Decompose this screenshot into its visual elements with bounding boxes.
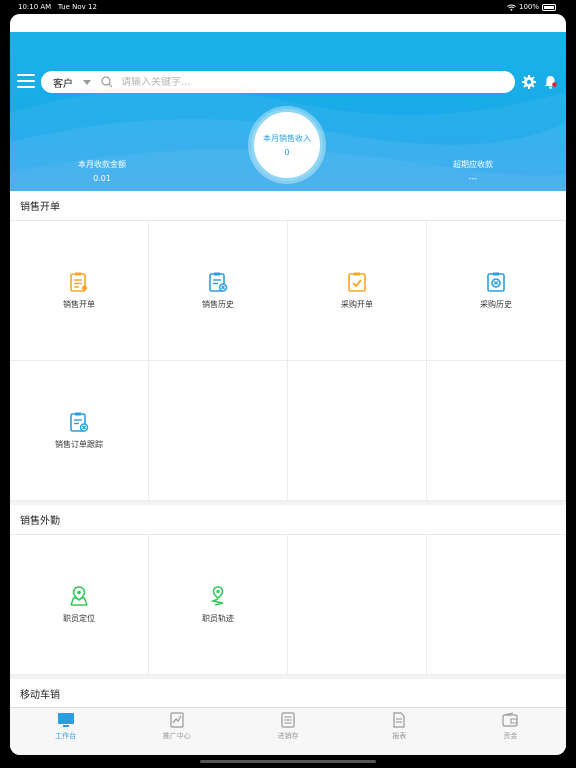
tab-label: 推广中心	[162, 732, 191, 740]
monthly-receipts-label: 本月收款金额	[78, 160, 126, 169]
grid-empty-cell	[288, 361, 427, 501]
status-bar: 10:10 AM Tue Nov 12 100%	[0, 0, 576, 14]
grid-item-label: 职员定位	[63, 614, 95, 623]
section-title: 销售开单	[10, 191, 566, 221]
section-field-sales: 销售外勤 职员定位 职员轨迹	[10, 505, 566, 675]
monthly-sales-circle[interactable]: 本月销售收入 0	[251, 109, 323, 181]
clipboard-check-icon	[348, 272, 366, 292]
clipboard-cancel-icon	[487, 272, 505, 292]
app-screen: 客户 本月销售收入 0 本月收款金额 0.01	[10, 14, 566, 755]
overdue-receivables-label: 超期应收款	[453, 160, 493, 169]
monthly-sales-value: 0	[284, 148, 290, 157]
tab-workbench[interactable]: 工作台	[10, 708, 121, 755]
search-scope-label: 客户	[53, 78, 73, 90]
grid-item-sales-order[interactable]: 销售开单	[10, 221, 149, 361]
grid-item-label: 采购历史	[480, 300, 512, 309]
report-document-icon	[393, 712, 405, 728]
search-icon	[101, 76, 113, 88]
grid-empty-cell	[427, 361, 566, 501]
grid-item-label: 职员轨迹	[202, 614, 234, 623]
grid-empty-cell	[288, 535, 427, 675]
battery-icon	[542, 3, 556, 11]
summary-header: 客户 本月销售收入 0 本月收款金额 0.01	[10, 32, 566, 200]
section-grid: 职员定位 职员轨迹	[10, 535, 566, 675]
search-input[interactable]	[121, 76, 501, 88]
tab-label: 报表	[392, 732, 407, 740]
gear-icon[interactable]	[522, 75, 536, 89]
device-frame: 10:10 AM Tue Nov 12 100% 客户 请输入关键字... 本月…	[0, 0, 576, 768]
tab-reports[interactable]: 报表	[344, 708, 455, 755]
status-right: 100%	[507, 3, 556, 11]
search-scope-select[interactable]: 客户	[41, 75, 101, 90]
clipboard-history-icon	[209, 272, 228, 292]
grid-item-sales-history[interactable]: 销售历史	[149, 221, 288, 361]
grid-item-purchase-order[interactable]: 采购开单	[288, 221, 427, 361]
tab-funds[interactable]: 资金	[455, 708, 566, 755]
monthly-receipts-stat[interactable]: 本月收款金额 0.01	[52, 159, 152, 183]
grid-item-purchase-history[interactable]: 采购历史	[427, 221, 566, 361]
bell-icon[interactable]	[544, 75, 557, 89]
tab-bar: 工作台 推广中心 进销存 报表 资金	[10, 707, 566, 755]
grid-item-label: 销售历史	[202, 300, 234, 309]
battery-percent: 100%	[518, 3, 539, 11]
menu-button[interactable]	[17, 74, 35, 88]
clipboard-tracking-icon	[70, 412, 89, 432]
section-grid: 销售开单 销售历史 采购开单 采购历史 销售订单跟踪	[10, 221, 566, 501]
section-mobile-van-sales: 移动车销	[10, 679, 566, 709]
monthly-sales-label: 本月销售收入	[263, 134, 311, 143]
list-document-icon	[281, 712, 295, 728]
grid-item-label: 销售开单	[63, 300, 95, 309]
route-pin-icon	[210, 586, 224, 606]
search-bar[interactable]: 客户	[41, 71, 515, 93]
wallet-icon	[502, 712, 519, 727]
grid-empty-cell	[149, 361, 288, 501]
grid-item-staff-location[interactable]: 职员定位	[10, 535, 149, 675]
tab-label: 资金	[503, 732, 518, 740]
map-pin-icon	[70, 586, 88, 606]
wifi-icon	[507, 4, 516, 11]
home-indicator[interactable]	[200, 760, 376, 763]
chevron-down-icon	[83, 79, 91, 85]
grid-item-label: 销售订单跟踪	[55, 440, 103, 449]
monthly-receipts-value: 0.01	[93, 174, 111, 183]
grid-item-staff-track[interactable]: 职员轨迹	[149, 535, 288, 675]
status-time: 10:10 AM Tue Nov 12	[18, 3, 97, 11]
overdue-receivables-value: ---	[468, 174, 478, 183]
top-bar	[10, 14, 566, 32]
chart-board-icon	[170, 712, 184, 728]
grid-empty-cell	[427, 535, 566, 675]
monitor-icon	[57, 713, 74, 727]
grid-item-sales-order-tracking[interactable]: 销售订单跟踪	[10, 361, 149, 501]
section-sales-billing: 销售开单 销售开单 销售历史 采购开单 采购历史 销售订单跟踪	[10, 191, 566, 501]
clipboard-list-icon	[70, 272, 87, 292]
tab-promotion-center[interactable]: 推广中心	[121, 708, 232, 755]
tab-label: 进销存	[277, 732, 299, 740]
section-title: 移动车销	[10, 679, 566, 709]
tab-label: 工作台	[55, 732, 77, 740]
grid-item-label: 采购开单	[341, 300, 373, 309]
tab-inventory[interactable]: 进销存	[232, 708, 343, 755]
overdue-receivables-stat[interactable]: 超期应收款 ---	[423, 159, 523, 183]
section-title: 销售外勤	[10, 505, 566, 535]
